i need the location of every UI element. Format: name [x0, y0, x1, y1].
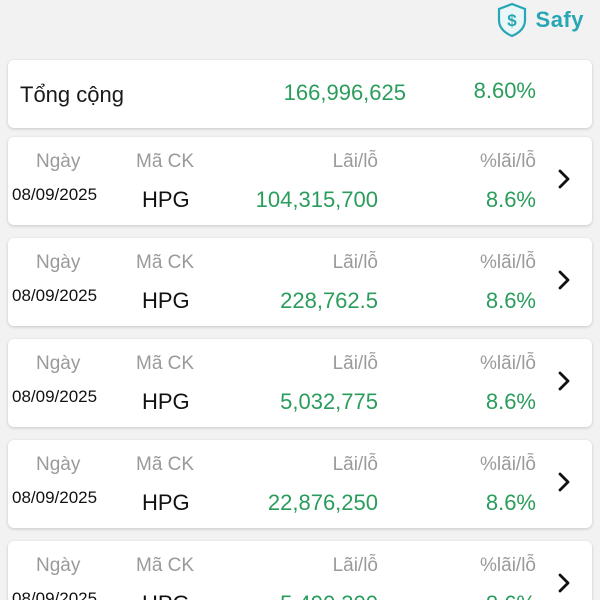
profit-loss-screen: $ Safy Tổng cộng 166,996,625 8.60% Ngày …	[0, 0, 600, 600]
chevron-right-icon[interactable]	[556, 470, 572, 494]
date-label: Ngày	[36, 151, 81, 172]
trade-date: 08/09/2025	[12, 488, 98, 507]
profit-loss-percent-label: %lãi/lỗ	[480, 252, 536, 273]
profit-loss-percent: 8.6%	[485, 389, 536, 414]
trade-date: 08/09/2025	[12, 387, 98, 406]
shield-dollar-icon: $	[497, 2, 526, 38]
profit-loss-percent: 8.6%	[485, 490, 536, 515]
date-label: Ngày	[36, 252, 81, 273]
profit-loss-label: Lãi/lỗ	[332, 252, 378, 273]
profit-loss-label: Lãi/lỗ	[332, 353, 378, 374]
brand-name: Safy	[535, 7, 584, 32]
chevron-right-icon[interactable]	[556, 268, 572, 292]
profit-loss-percent: 8.6%	[485, 187, 536, 212]
trade-row[interactable]: Ngày Mã CK Lãi/lỗ %lãi/lỗ 08/09/2025 HPG…	[8, 137, 592, 225]
total-profit-loss-percent: 8.60%	[473, 78, 536, 103]
total-profit-loss: 166,996,625	[283, 80, 406, 105]
profit-loss-percent: 8.6%	[485, 288, 536, 313]
stock-code-label: Mã CK	[136, 353, 195, 374]
total-summary-card: Tổng cộng 166,996,625 8.60%	[8, 60, 592, 128]
chevron-right-icon[interactable]	[556, 167, 572, 191]
profit-loss-value: 104,315,700	[255, 187, 378, 212]
profit-loss-value: 5,032,775	[280, 389, 378, 414]
date-label: Ngày	[36, 353, 81, 374]
trade-row[interactable]: Ngày Mã CK Lãi/lỗ %lãi/lỗ 08/09/2025 HPG…	[8, 440, 592, 528]
trade-date: 08/09/2025	[12, 185, 98, 204]
total-label: Tổng cộng	[20, 82, 124, 107]
stock-code: HPG	[142, 389, 190, 414]
profit-loss-percent-label: %lãi/lỗ	[480, 555, 536, 576]
trade-row[interactable]: Ngày Mã CK Lãi/lỗ %lãi/lỗ 08/09/2025 HPG…	[8, 238, 592, 326]
profit-loss-value: 5,490,300	[280, 591, 378, 600]
svg-text:$: $	[507, 11, 517, 30]
profit-loss-label: Lãi/lỗ	[332, 151, 378, 172]
profit-loss-percent-label: %lãi/lỗ	[480, 353, 536, 374]
stock-code: HPG	[142, 187, 190, 212]
trade-date: 08/09/2025	[12, 589, 98, 600]
chevron-right-icon[interactable]	[556, 571, 572, 595]
trade-date: 08/09/2025	[12, 286, 98, 305]
profit-loss-label: Lãi/lỗ	[332, 555, 378, 576]
profit-loss-value: 22,876,250	[267, 490, 378, 515]
date-label: Ngày	[36, 454, 81, 475]
trade-row[interactable]: Ngày Mã CK Lãi/lỗ %lãi/lỗ 08/09/2025 HPG…	[8, 541, 592, 600]
profit-loss-percent-label: %lãi/lỗ	[480, 454, 536, 475]
stock-code-label: Mã CK	[136, 151, 195, 172]
stock-code: HPG	[142, 288, 190, 313]
stock-code-label: Mã CK	[136, 555, 195, 576]
trade-row[interactable]: Ngày Mã CK Lãi/lỗ %lãi/lỗ 08/09/2025 HPG…	[8, 339, 592, 427]
profit-loss-value: 228,762.5	[280, 288, 378, 313]
stock-code: HPG	[142, 591, 190, 600]
chevron-right-icon[interactable]	[556, 369, 572, 393]
profit-loss-percent-label: %lãi/lỗ	[480, 151, 536, 172]
profit-loss-label: Lãi/lỗ	[332, 454, 378, 475]
stock-code-label: Mã CK	[136, 252, 195, 273]
brand-logo: $ Safy	[496, 0, 584, 40]
stock-code: HPG	[142, 490, 190, 515]
date-label: Ngày	[36, 555, 81, 576]
stock-code-label: Mã CK	[136, 454, 195, 475]
profit-loss-percent: 8.6%	[486, 591, 536, 600]
